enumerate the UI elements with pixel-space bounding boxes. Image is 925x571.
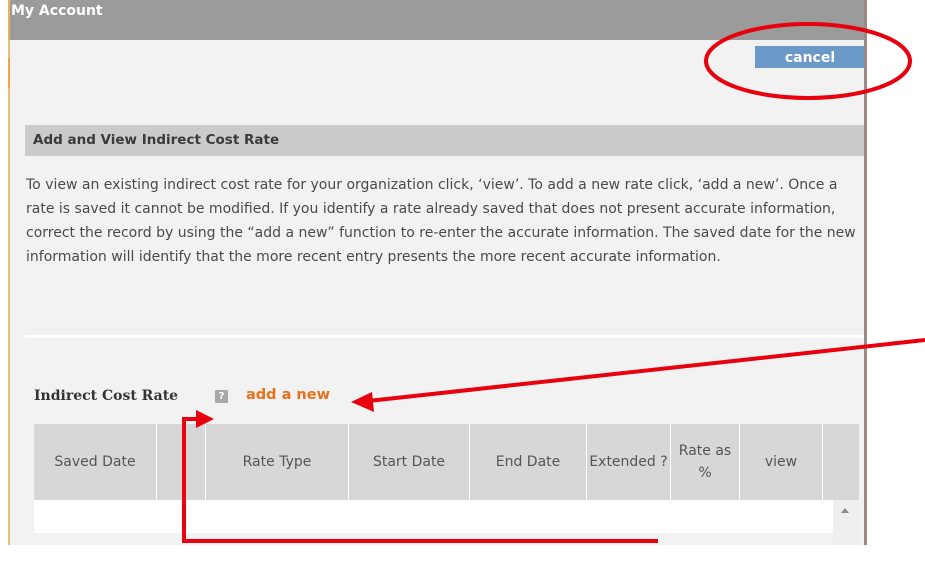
column-rate-type[interactable]: Rate Type	[206, 424, 349, 500]
section-header: Add and View Indirect Cost Rate	[25, 125, 865, 156]
cancel-button[interactable]: cancel	[755, 46, 865, 68]
window-right-border	[864, 0, 867, 545]
rates-table-header: Saved Date Rate Type Start Date End Date…	[34, 424, 859, 500]
indirect-cost-rate-label: Indirect Cost Rate	[34, 388, 179, 404]
column-rate-percent[interactable]: Rate as %	[671, 424, 740, 500]
help-icon[interactable]: ?	[215, 390, 228, 403]
column-extended[interactable]: Extended ?	[587, 424, 671, 500]
column-view[interactable]: view	[740, 424, 823, 500]
column-saved-date[interactable]: Saved Date	[34, 424, 157, 500]
section-divider	[25, 335, 865, 338]
column-scroll-spacer	[823, 424, 859, 500]
title-accent	[8, 0, 10, 40]
account-window: My Account cancel Add and View Indirect …	[8, 0, 865, 545]
column-start-date[interactable]: Start Date	[349, 424, 470, 500]
rates-table-body	[34, 500, 833, 533]
add-new-link[interactable]: add a new	[246, 387, 330, 403]
title-bar: My Account	[8, 0, 865, 40]
orange-side-mark	[8, 58, 10, 88]
column-end-date[interactable]: End Date	[470, 424, 587, 500]
column-blank	[157, 424, 206, 500]
table-scrollbar[interactable]	[833, 500, 859, 545]
window-title: My Account	[11, 3, 103, 19]
chevron-up-icon[interactable]	[841, 508, 849, 513]
section-description: To view an existing indirect cost rate f…	[26, 177, 856, 265]
